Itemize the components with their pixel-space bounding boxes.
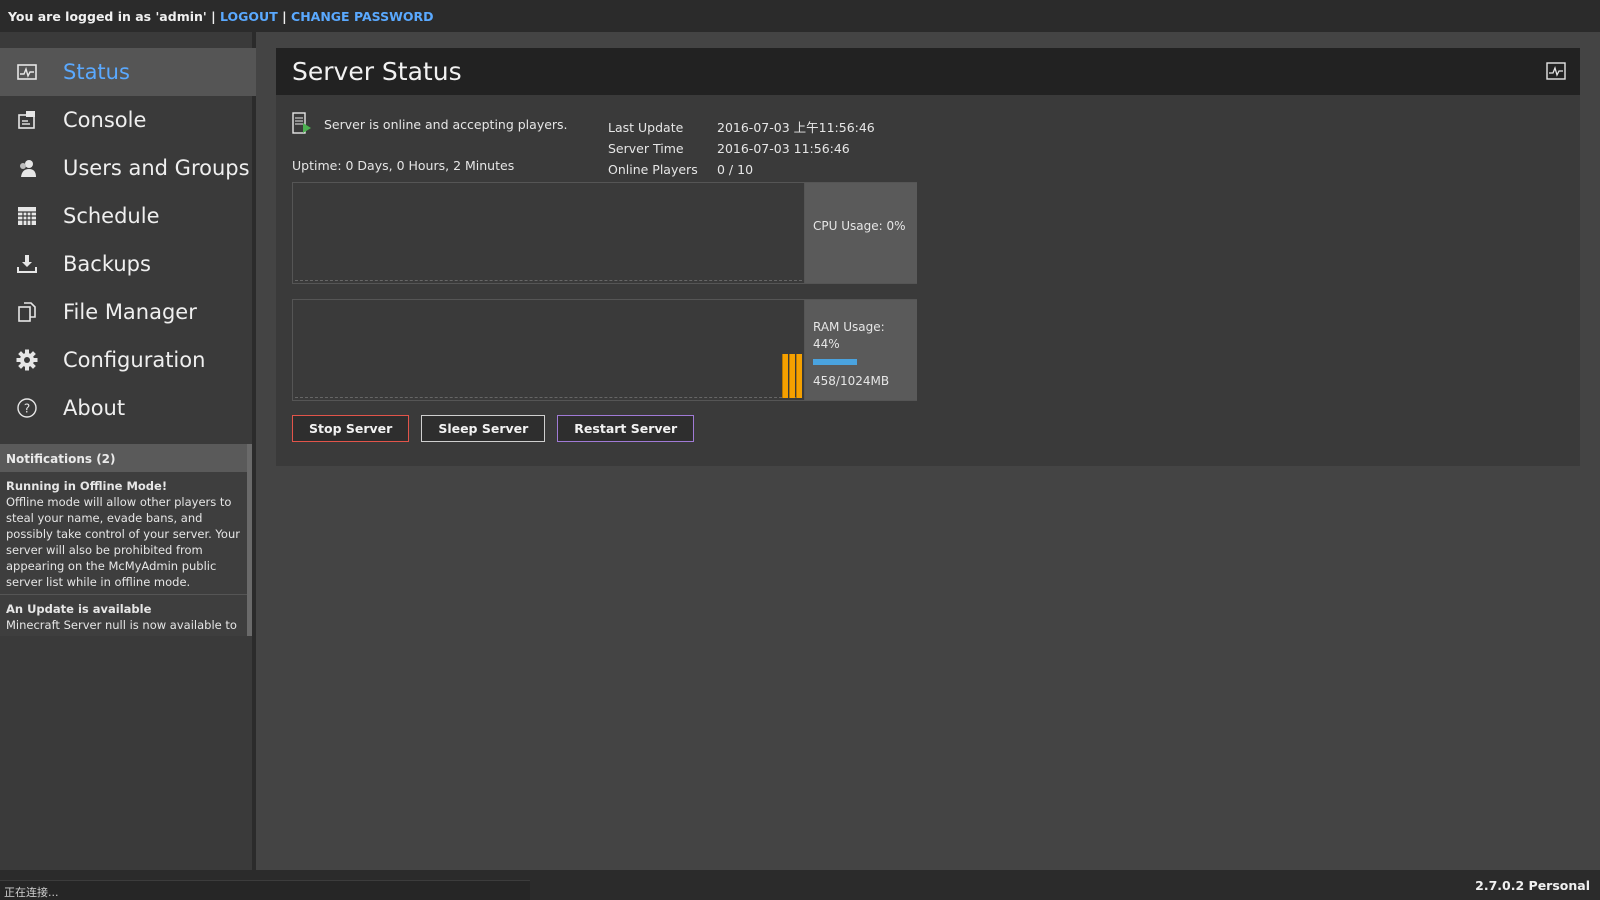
notification-item: An Update is available Minecraft Server …	[0, 595, 252, 636]
stop-server-button[interactable]: Stop Server	[292, 415, 410, 442]
sidebar: Status Console Users and Groups Schedule…	[0, 32, 256, 870]
login-text: You are logged in as 'admin' |	[8, 9, 216, 24]
uptime-text: Uptime: 0 Days, 0 Hours, 2 Minutes	[292, 158, 515, 173]
ram-usage-info: RAM Usage: 44% 458/1024MB	[805, 300, 917, 400]
version-label: 2.7.0.2 Personal	[1475, 878, 1590, 893]
info-value: 2016-07-03 11:56:46	[717, 141, 850, 156]
ram-graph-bar	[789, 354, 795, 398]
ram-usage-bar	[813, 359, 857, 365]
nav-item-label: Configuration	[63, 348, 206, 372]
ram-graph-bar	[796, 354, 802, 398]
cpu-usage-label: CPU Usage: 0%	[813, 219, 906, 233]
notification-title: Running in Offline Mode!	[6, 479, 168, 493]
notifications-scrollbar[interactable]	[247, 444, 252, 636]
server-status-panel: Server Status Server is online and accep…	[276, 48, 1580, 466]
info-row: Online Players 0 / 10	[608, 159, 875, 180]
notification-body: Minecraft Server null is now available t…	[6, 618, 237, 636]
ram-graph-bars	[781, 354, 802, 398]
server-controls: Stop Server Sleep Server Restart Server	[292, 415, 706, 442]
svg-text:?: ?	[24, 402, 30, 416]
ram-graph-baseline	[295, 397, 802, 398]
link-separator: |	[282, 9, 287, 24]
console-icon	[16, 109, 38, 131]
ram-usage-detail: 458/1024MB	[813, 374, 890, 388]
top-bar: You are logged in as 'admin' | LOGOUT | …	[0, 0, 1600, 32]
change-password-link[interactable]: CHANGE PASSWORD	[291, 9, 433, 24]
info-key: Last Update	[608, 120, 684, 135]
cpu-graph	[293, 183, 805, 283]
status-monitor-icon	[1546, 62, 1566, 80]
notification-body: Offline mode will allow other players to…	[6, 495, 240, 589]
nav-item-label: Console	[63, 108, 147, 132]
notifications-panel: Notifications (2) Running in Offline Mod…	[0, 444, 252, 636]
nav-item-label: File Manager	[63, 300, 197, 324]
calendar-icon	[16, 205, 38, 227]
nav-item-status[interactable]: Status	[0, 48, 256, 96]
info-row: Last Update 2016-07-03 上午11:56:46	[608, 117, 875, 138]
ram-usage-percent: 44%	[813, 337, 840, 351]
nav-item-label: Backups	[63, 252, 151, 276]
cpu-usage-chart: CPU Usage: 0%	[292, 182, 917, 284]
nav-item-label: Status	[63, 60, 130, 84]
nav-menu: Status Console Users and Groups Schedule…	[0, 48, 256, 432]
files-icon	[16, 301, 38, 323]
nav-item-backups[interactable]: Backups	[0, 240, 256, 288]
server-status-message: Server is online and accepting players.	[324, 116, 568, 132]
info-row: Server Time 2016-07-03 11:56:46	[608, 138, 875, 159]
nav-item-file-manager[interactable]: File Manager	[0, 288, 256, 336]
nav-item-console[interactable]: Console	[0, 96, 256, 144]
info-value: 0 / 10	[717, 162, 754, 177]
ram-usage-chart: RAM Usage: 44% 458/1024MB	[292, 299, 917, 401]
users-icon	[16, 157, 38, 179]
nav-item-about[interactable]: ? About	[0, 384, 256, 432]
info-key: Server Time	[608, 141, 684, 156]
ram-usage-label: RAM Usage:	[813, 320, 885, 334]
cpu-graph-baseline	[295, 280, 802, 281]
info-value: 2016-07-03 上午11:56:46	[717, 120, 875, 135]
sleep-server-button[interactable]: Sleep Server	[421, 415, 546, 442]
nav-item-configuration[interactable]: Configuration	[0, 336, 256, 384]
restart-server-button[interactable]: Restart Server	[557, 415, 695, 442]
info-key: Online Players	[608, 162, 698, 177]
server-online-icon	[292, 112, 311, 134]
help-icon: ?	[16, 397, 38, 419]
page-title: Server Status	[292, 57, 462, 86]
nav-item-label: About	[63, 396, 126, 420]
nav-item-label: Users and Groups	[63, 156, 250, 180]
server-info: Last Update 2016-07-03 上午11:56:46 Server…	[608, 117, 875, 180]
ram-graph	[293, 300, 805, 400]
server-status-line: Server is online and accepting players.	[292, 112, 568, 136]
panel-header: Server Status	[276, 48, 1580, 95]
logout-link[interactable]: LOGOUT	[220, 9, 278, 24]
ram-graph-bar	[782, 354, 788, 398]
nav-item-users-and-groups[interactable]: Users and Groups	[0, 144, 256, 192]
notification-title: An Update is available	[6, 602, 152, 616]
connection-status: 正在连接...	[0, 880, 530, 900]
download-icon	[16, 253, 38, 275]
gear-icon	[16, 349, 38, 371]
nav-item-label: Schedule	[63, 204, 160, 228]
status-monitor-icon	[16, 61, 38, 83]
nav-item-schedule[interactable]: Schedule	[0, 192, 256, 240]
cpu-usage-info: CPU Usage: 0%	[805, 183, 917, 283]
notifications-header: Notifications (2)	[0, 444, 252, 472]
notification-item: Running in Offline Mode! Offline mode wi…	[0, 472, 252, 595]
